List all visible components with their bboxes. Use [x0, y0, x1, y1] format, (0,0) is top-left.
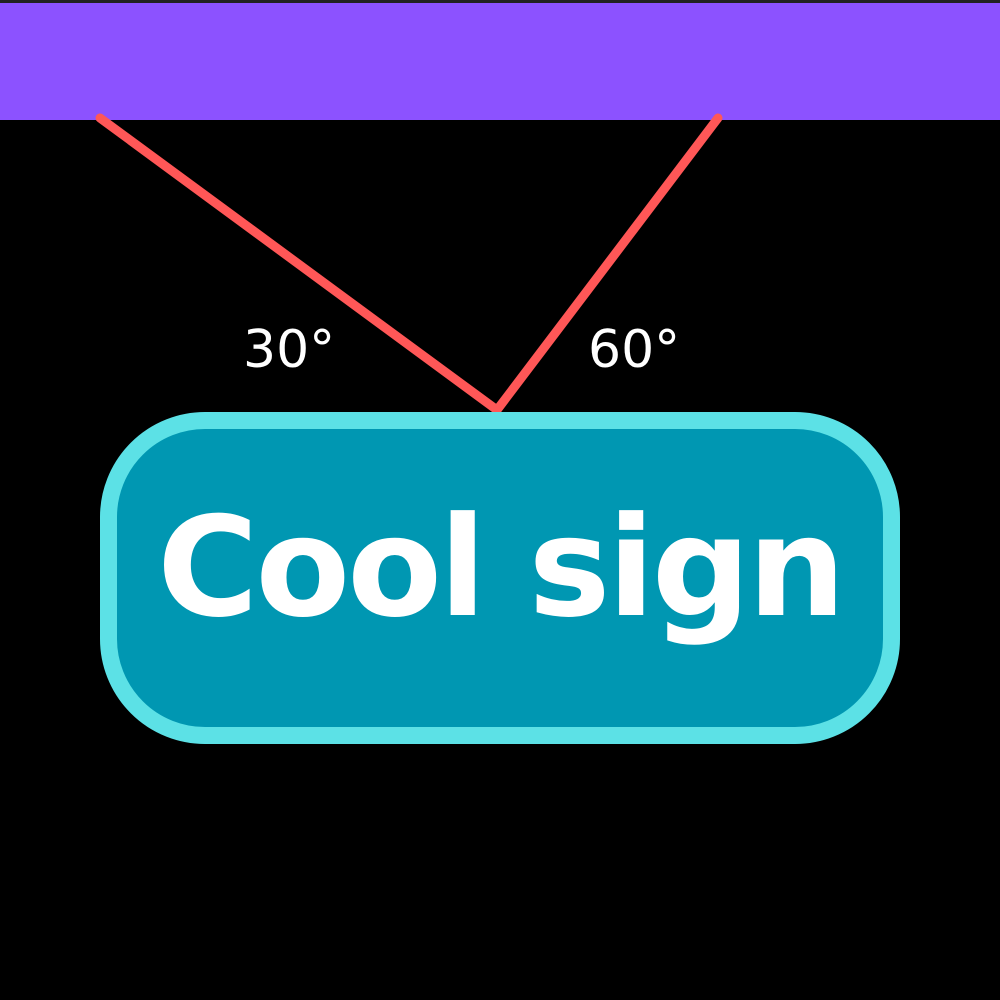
sign: Cool sign [100, 412, 900, 744]
left-angle-label: 30° [243, 320, 336, 380]
right-angle-label: 60° [588, 320, 681, 380]
sign-text: Cool sign [157, 487, 846, 648]
